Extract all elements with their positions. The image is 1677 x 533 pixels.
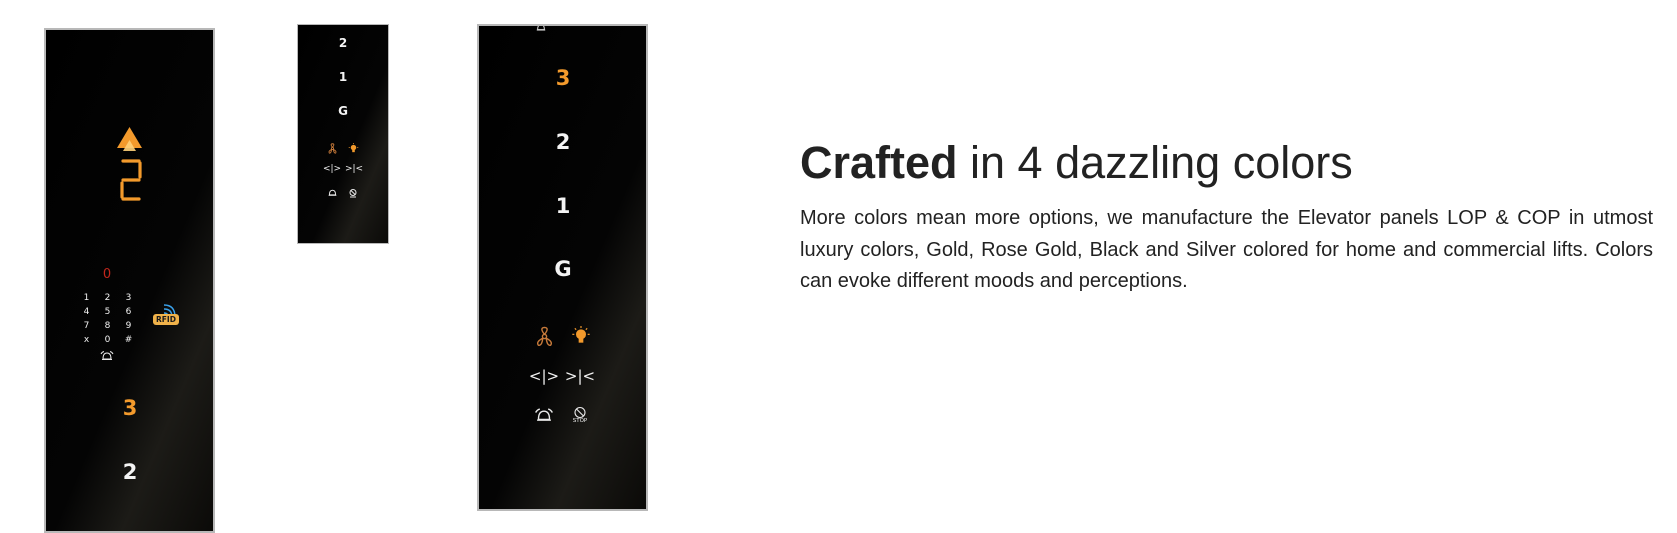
keypad-key[interactable]: x (76, 335, 97, 345)
panel-cop-medium: 3 2 1 G <|> >|< STOP (477, 24, 648, 511)
panel-cop-keypad: 0 1 2 3 4 5 6 7 8 9 x 0 # RFID 3 2 (44, 28, 215, 533)
door-close-button[interactable]: >|< (345, 165, 363, 174)
keypad-key[interactable]: 9 (118, 321, 139, 331)
alarm-bell-icon[interactable] (535, 24, 547, 33)
keypad-key[interactable]: 1 (76, 293, 97, 303)
keypad-key[interactable]: 4 (76, 307, 97, 317)
keypad-display: 0 (102, 267, 112, 282)
alarm-bell-icon[interactable] (534, 407, 554, 425)
floor-button-2[interactable]: 2 (556, 132, 571, 153)
alarm-bell-icon[interactable] (100, 350, 114, 363)
keypad-key[interactable]: 2 (97, 293, 118, 303)
door-open-button[interactable]: <|> (323, 165, 341, 174)
section-paragraph: More colors mean more options, we manufa… (800, 207, 1653, 292)
up-arrow-icon (117, 127, 142, 151)
keypad-key[interactable]: 6 (118, 307, 139, 317)
keypad: 1 2 3 4 5 6 7 8 9 x 0 # (76, 293, 139, 345)
stop-label: STOP (572, 418, 588, 424)
keypad-key[interactable]: 8 (97, 321, 118, 331)
heading-rest: in 4 dazzling colors (957, 137, 1353, 188)
door-open-button[interactable]: <|> (529, 369, 559, 384)
keypad-key[interactable]: 7 (76, 321, 97, 331)
floor-display-digit (120, 159, 142, 201)
section-heading: Crafted in 4 dazzling colors (800, 138, 1353, 188)
floor-button-1[interactable]: 1 (339, 71, 347, 83)
rfid-badge: RFID (153, 314, 179, 325)
alarm-bell-icon[interactable] (327, 188, 338, 198)
floor-button-3[interactable]: 3 (123, 398, 138, 419)
keypad-key[interactable]: 3 (118, 293, 139, 303)
keypad-key[interactable]: 0 (97, 335, 118, 345)
heading-bold: Crafted (800, 137, 958, 188)
panel-cop-small: 2 1 G <|> >|< (297, 24, 389, 244)
door-close-button[interactable]: >|< (565, 369, 595, 384)
stop-icon[interactable] (348, 188, 358, 198)
fan-icon[interactable] (534, 326, 555, 347)
floor-button-3[interactable]: 3 (556, 68, 571, 89)
floor-button-2[interactable]: 2 (339, 37, 347, 49)
floor-button-1[interactable]: 1 (556, 196, 571, 217)
floor-button-g[interactable]: G (554, 259, 571, 280)
keypad-key[interactable]: 5 (97, 307, 118, 317)
light-bulb-icon[interactable] (348, 143, 359, 154)
fan-icon[interactable] (327, 143, 338, 154)
keypad-key[interactable]: # (118, 335, 139, 345)
floor-button-2[interactable]: 2 (123, 462, 138, 483)
floor-button-g[interactable]: G (338, 105, 348, 117)
light-bulb-icon[interactable] (571, 326, 591, 346)
